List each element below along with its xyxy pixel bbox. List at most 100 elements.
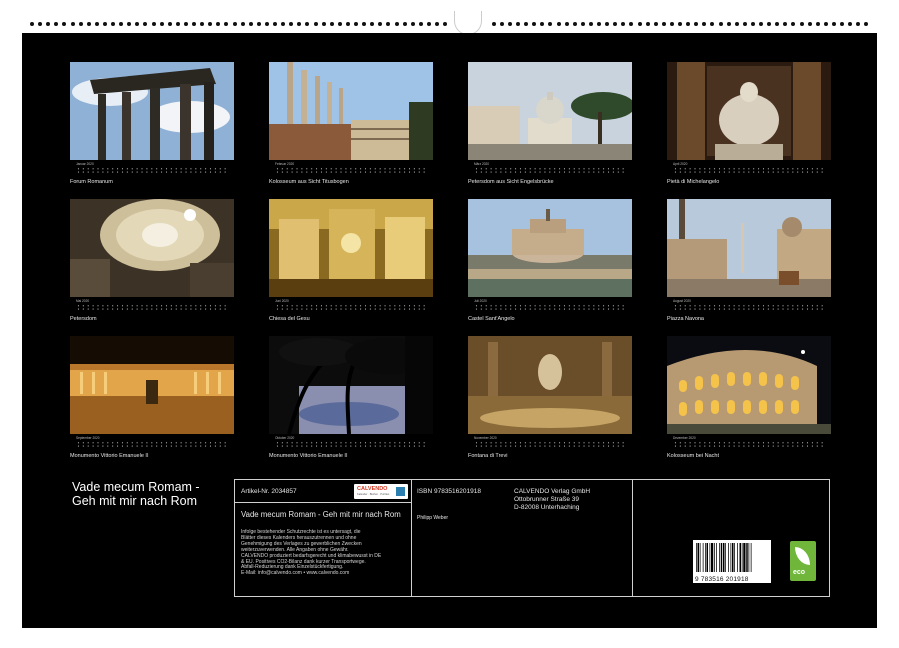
binding-ring xyxy=(95,22,99,26)
binding-ring xyxy=(848,22,852,26)
month-photo xyxy=(269,199,433,297)
binding-ring xyxy=(808,22,812,26)
binding-ring xyxy=(289,22,293,26)
logo-subtext: Kalender · Bücher · Puzzles xyxy=(357,493,389,496)
binding-ring xyxy=(662,22,666,26)
binding-ring xyxy=(427,22,431,26)
binding-ring xyxy=(281,22,285,26)
month-caption: Forum Romanum xyxy=(70,179,113,185)
binding-ring xyxy=(111,22,115,26)
binding-ring xyxy=(103,22,107,26)
binding-ring xyxy=(589,22,593,26)
binding-ring xyxy=(775,22,779,26)
binding-ring xyxy=(354,22,358,26)
publisher-street: Ottobrunner Straße 39 xyxy=(514,496,579,503)
product-title: Vade mecum Romam - Geh mit mir nach Rom xyxy=(241,510,401,519)
binding-ring xyxy=(46,22,50,26)
binding-ring xyxy=(800,22,804,26)
month-photo xyxy=(667,199,831,297)
binding-ring xyxy=(613,22,617,26)
binding-ring xyxy=(378,22,382,26)
binding-ring xyxy=(200,22,204,26)
month-photo xyxy=(269,62,433,160)
binding-ring xyxy=(735,22,739,26)
binding-ring xyxy=(548,22,552,26)
publisher-city: D-82008 Unterhaching xyxy=(514,504,579,511)
article-number: Artikel-Nr. 2034857 xyxy=(241,488,297,495)
month-caption: Fontana di Trevi xyxy=(468,453,507,459)
binding-ring xyxy=(557,22,561,26)
month-caption: Castel Sant'Angelo xyxy=(468,316,515,322)
binding-ring xyxy=(241,22,245,26)
month-caption: Chiesa del Gesu xyxy=(269,316,310,322)
binding-ring xyxy=(605,22,609,26)
binding-ring xyxy=(152,22,156,26)
barcode-number: 9 783516 201918 xyxy=(695,576,769,583)
month-caption: Kolosseum bei Nacht xyxy=(667,453,719,459)
binding-ring xyxy=(767,22,771,26)
binding-ring xyxy=(856,22,860,26)
binding-ring xyxy=(265,22,269,26)
logo-text: CALVENDO xyxy=(357,486,387,492)
binding-ring xyxy=(864,22,868,26)
isbn: ISBN 9783516201918 xyxy=(417,488,481,495)
mini-calendar: Januar 2020 xyxy=(70,162,234,176)
binding-ring xyxy=(322,22,326,26)
binding-ring xyxy=(832,22,836,26)
binding-ring xyxy=(79,22,83,26)
month-label: Juni 2020 xyxy=(275,299,289,303)
binding-ring xyxy=(783,22,787,26)
binding-ring xyxy=(314,22,318,26)
month-label: Februar 2020 xyxy=(275,162,294,166)
binding-ring xyxy=(135,22,139,26)
binding-ring xyxy=(168,22,172,26)
binding-ring xyxy=(30,22,34,26)
mini-calendar: Dezember 2020 xyxy=(667,436,831,450)
binding-ring xyxy=(71,22,75,26)
binding-ring xyxy=(338,22,342,26)
binding-ring xyxy=(686,22,690,26)
info-divider xyxy=(632,480,633,596)
binding-ring xyxy=(192,22,196,26)
barcode-bars-icon xyxy=(693,540,771,574)
binding-ring xyxy=(370,22,374,26)
binding-ring xyxy=(719,22,723,26)
calendar-title: Vade mecum Romam - Geh mit mir nach Rom xyxy=(72,481,232,508)
binding-ring xyxy=(751,22,755,26)
binding-ring xyxy=(629,22,633,26)
month-photo xyxy=(667,62,831,160)
day-grid xyxy=(474,304,626,311)
eco-badge: eco xyxy=(790,541,816,581)
binding-ring xyxy=(678,22,682,26)
mini-calendar: Mai 2020 xyxy=(70,299,234,313)
binding-ring xyxy=(816,22,820,26)
publisher-name: CALVENDO Verlag GmbH xyxy=(514,488,590,495)
month-caption: Pietà di Michelangelo xyxy=(667,179,719,185)
binding-ring xyxy=(176,22,180,26)
mini-calendar: November 2020 xyxy=(468,436,632,450)
spiral-binding xyxy=(20,17,878,31)
month-photo xyxy=(269,336,433,434)
binding-ring xyxy=(581,22,585,26)
month-label: August 2020 xyxy=(673,299,691,303)
binding-ring xyxy=(419,22,423,26)
day-grid xyxy=(275,304,427,311)
binding-ring xyxy=(508,22,512,26)
day-grid xyxy=(76,441,228,448)
calendar-title-line1: Vade mecum Romam - xyxy=(72,481,232,495)
binding-ring xyxy=(443,22,447,26)
hanger-hole xyxy=(454,11,482,35)
month-label: Dezember 2020 xyxy=(673,436,696,440)
day-grid xyxy=(76,167,228,174)
binding-ring xyxy=(791,22,795,26)
binding-ring xyxy=(38,22,42,26)
binding-ring xyxy=(492,22,496,26)
day-grid xyxy=(673,441,825,448)
binding-ring xyxy=(297,22,301,26)
binding-ring xyxy=(160,22,164,26)
binding-ring xyxy=(759,22,763,26)
day-grid xyxy=(474,441,626,448)
month-photo xyxy=(468,199,632,297)
binding-ring xyxy=(127,22,131,26)
binding-ring xyxy=(54,22,58,26)
